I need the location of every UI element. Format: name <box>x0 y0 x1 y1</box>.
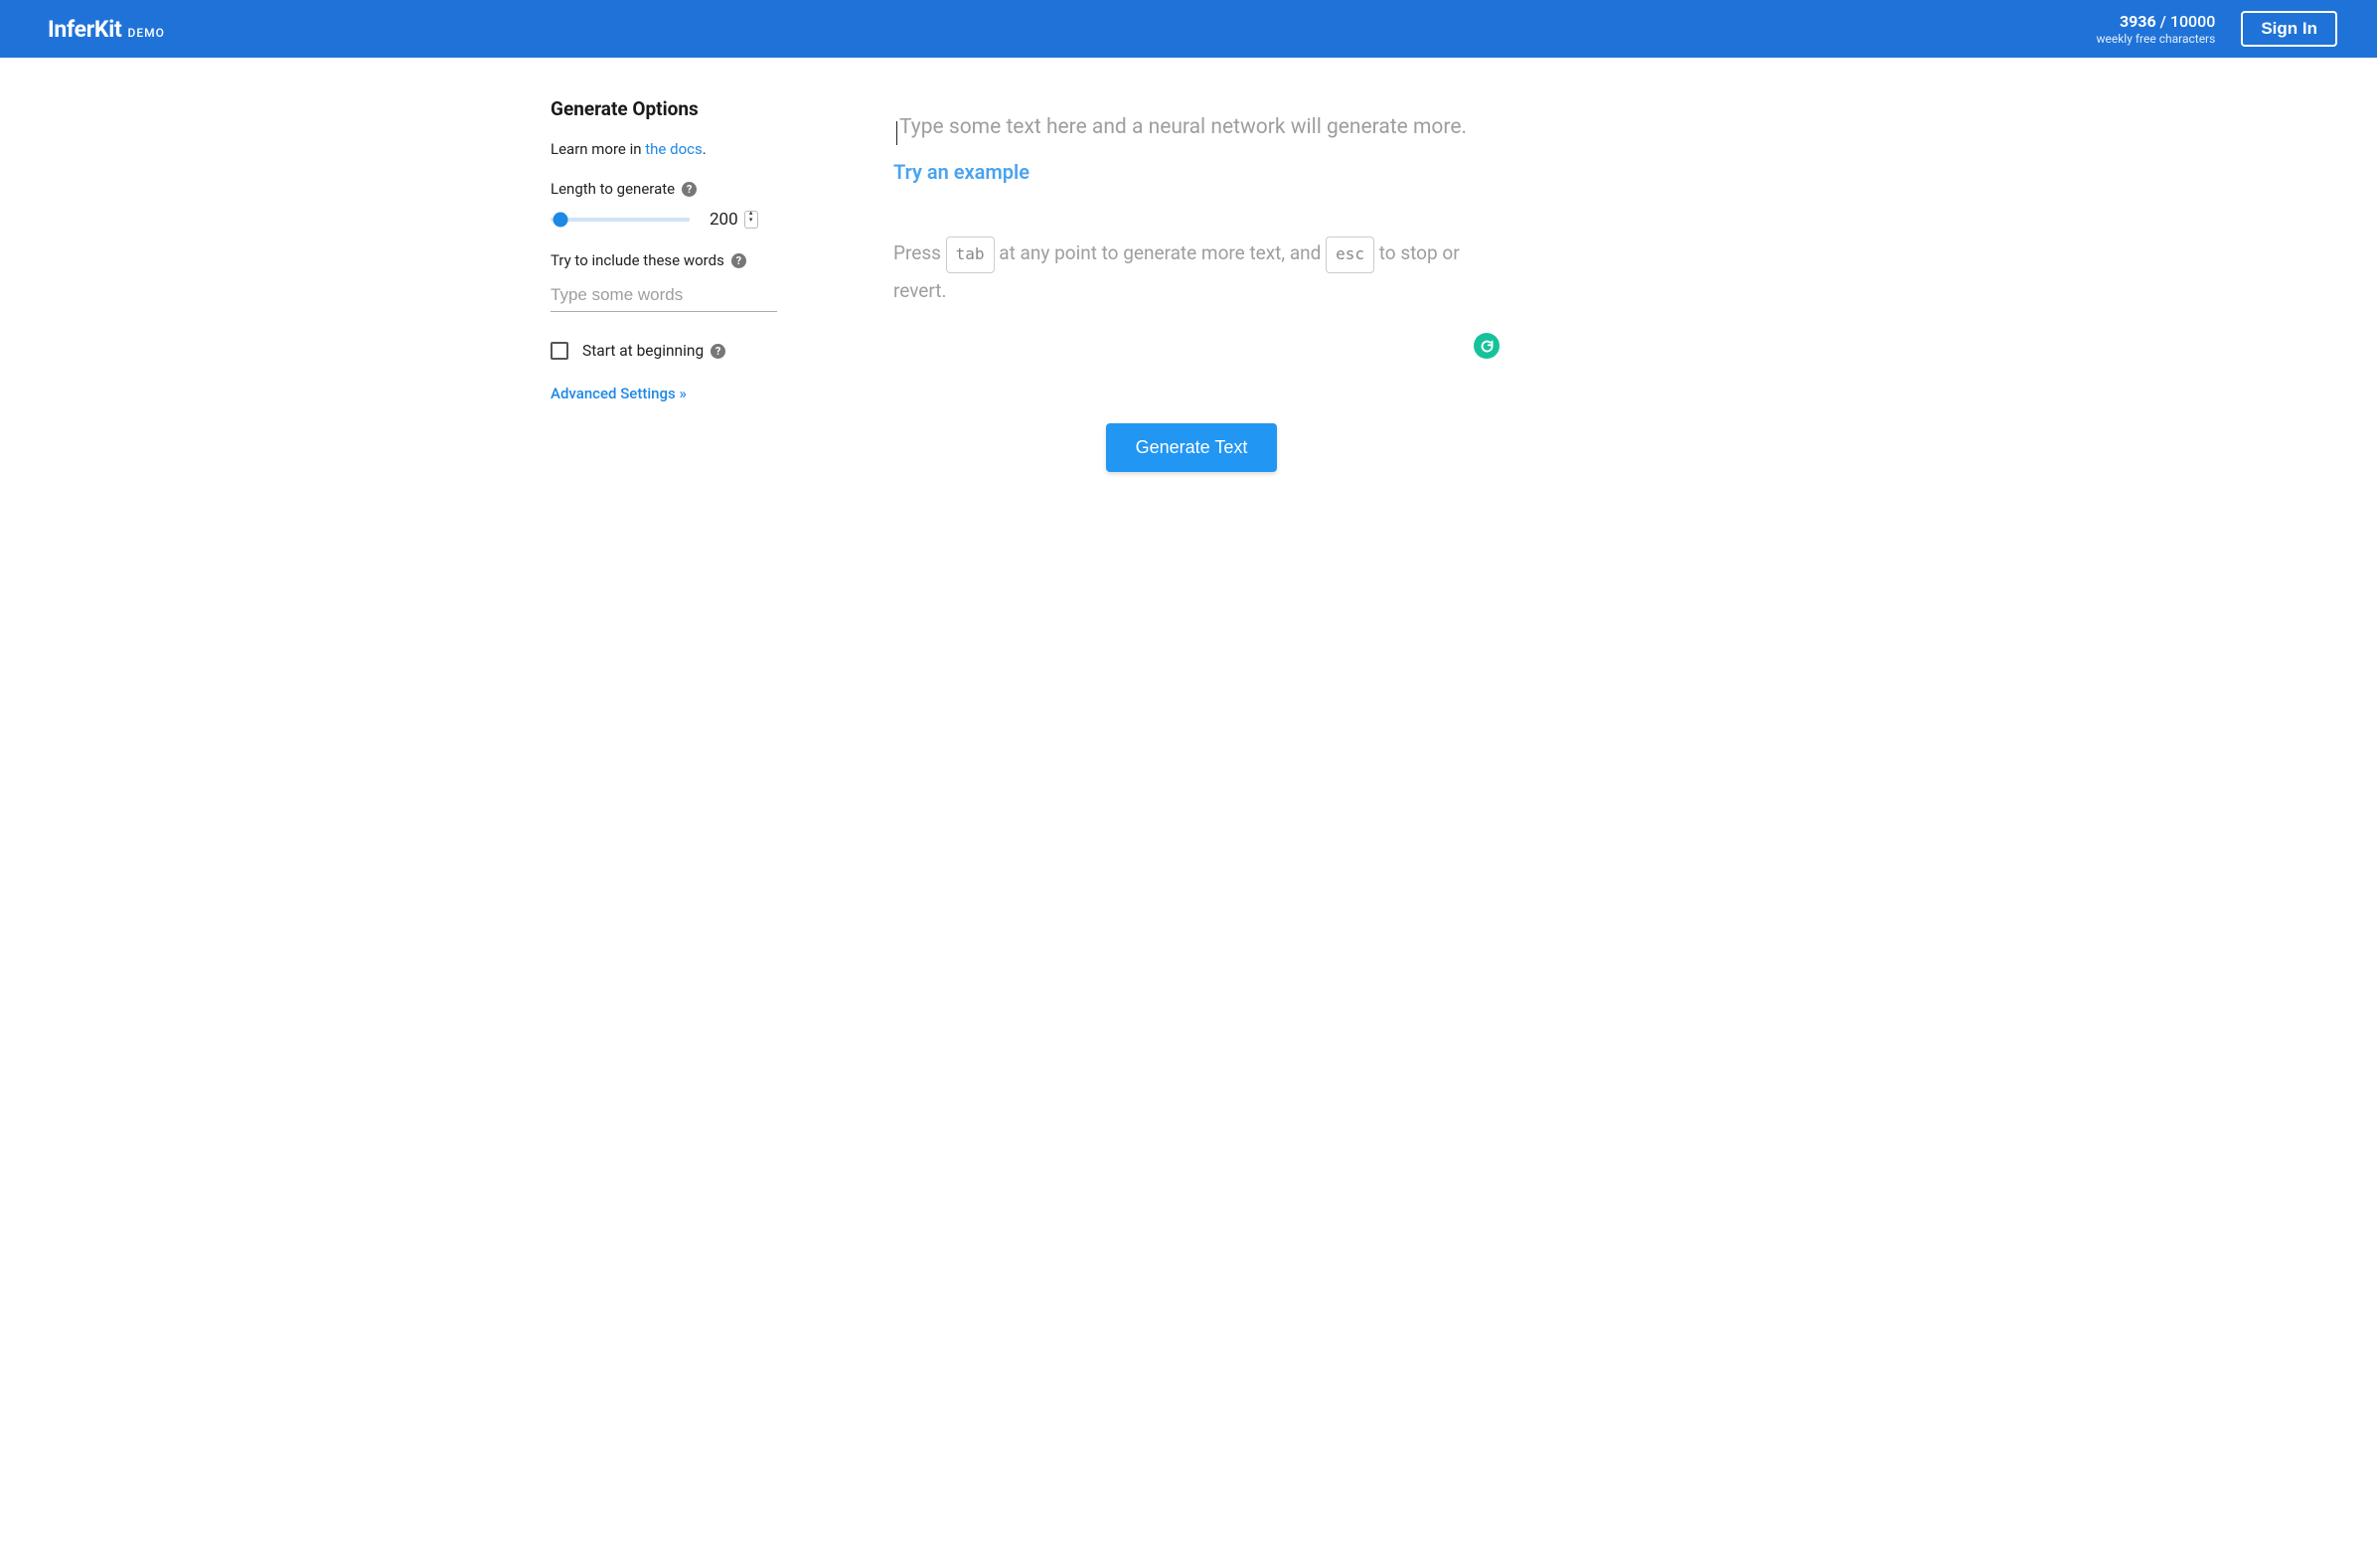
sign-in-button[interactable]: Sign In <box>2241 11 2337 47</box>
editor-placeholder: Type some text here and a neural network… <box>893 113 1490 142</box>
main-area: Type some text here and a neural network… <box>893 97 1490 472</box>
try-example-link[interactable]: Try an example <box>893 160 1490 184</box>
include-label: Try to include these words ? <box>551 251 779 269</box>
editor-area[interactable]: Type some text here and a neural network… <box>893 113 1490 309</box>
text-cursor <box>896 121 897 145</box>
char-count-total: 10000 <box>2170 12 2215 31</box>
brand-name: InferKit <box>48 16 122 43</box>
brand-suffix: DEMO <box>128 26 165 40</box>
start-at-beginning-label: Start at beginning ? <box>582 342 725 360</box>
sidebar-title: Generate Options <box>551 97 779 120</box>
docs-link[interactable]: the docs <box>645 140 702 158</box>
slider-thumb[interactable] <box>553 213 567 228</box>
char-count-used: 3936 <box>2120 12 2156 31</box>
stepper-down-icon[interactable]: ▾ <box>749 220 753 227</box>
header-right: 3936 / 10000 weekly free characters Sign… <box>2096 11 2337 47</box>
advanced-settings-link[interactable]: Advanced Settings » <box>551 385 687 402</box>
help-icon[interactable]: ? <box>682 182 697 197</box>
grammarly-icon[interactable] <box>1474 333 1500 359</box>
help-icon[interactable]: ? <box>711 344 725 359</box>
tab-key-badge: tab <box>946 236 995 272</box>
sidebar: Generate Options Learn more in the docs.… <box>551 97 779 472</box>
char-count-sep: / <box>2156 12 2170 31</box>
header-bar: InferKit DEMO 3936 / 10000 weekly free c… <box>0 0 2377 58</box>
learn-more-text: Learn more in the docs. <box>551 140 779 158</box>
generate-text-button[interactable]: Generate Text <box>1106 423 1278 472</box>
brand[interactable]: InferKit DEMO <box>48 16 165 43</box>
help-icon[interactable]: ? <box>731 253 746 268</box>
length-value: 200 <box>710 210 738 230</box>
esc-key-badge: esc <box>1326 236 1374 272</box>
start-at-beginning-checkbox[interactable] <box>551 342 568 360</box>
length-stepper[interactable]: ▴ ▾ <box>744 211 758 229</box>
include-words-input[interactable] <box>551 281 777 312</box>
character-counter: 3936 / 10000 weekly free characters <box>2096 12 2215 47</box>
length-label: Length to generate ? <box>551 180 779 198</box>
length-slider[interactable] <box>551 218 690 222</box>
char-count-label: weekly free characters <box>2096 32 2215 47</box>
keyboard-hint: Press tab at any point to generate more … <box>893 235 1490 308</box>
